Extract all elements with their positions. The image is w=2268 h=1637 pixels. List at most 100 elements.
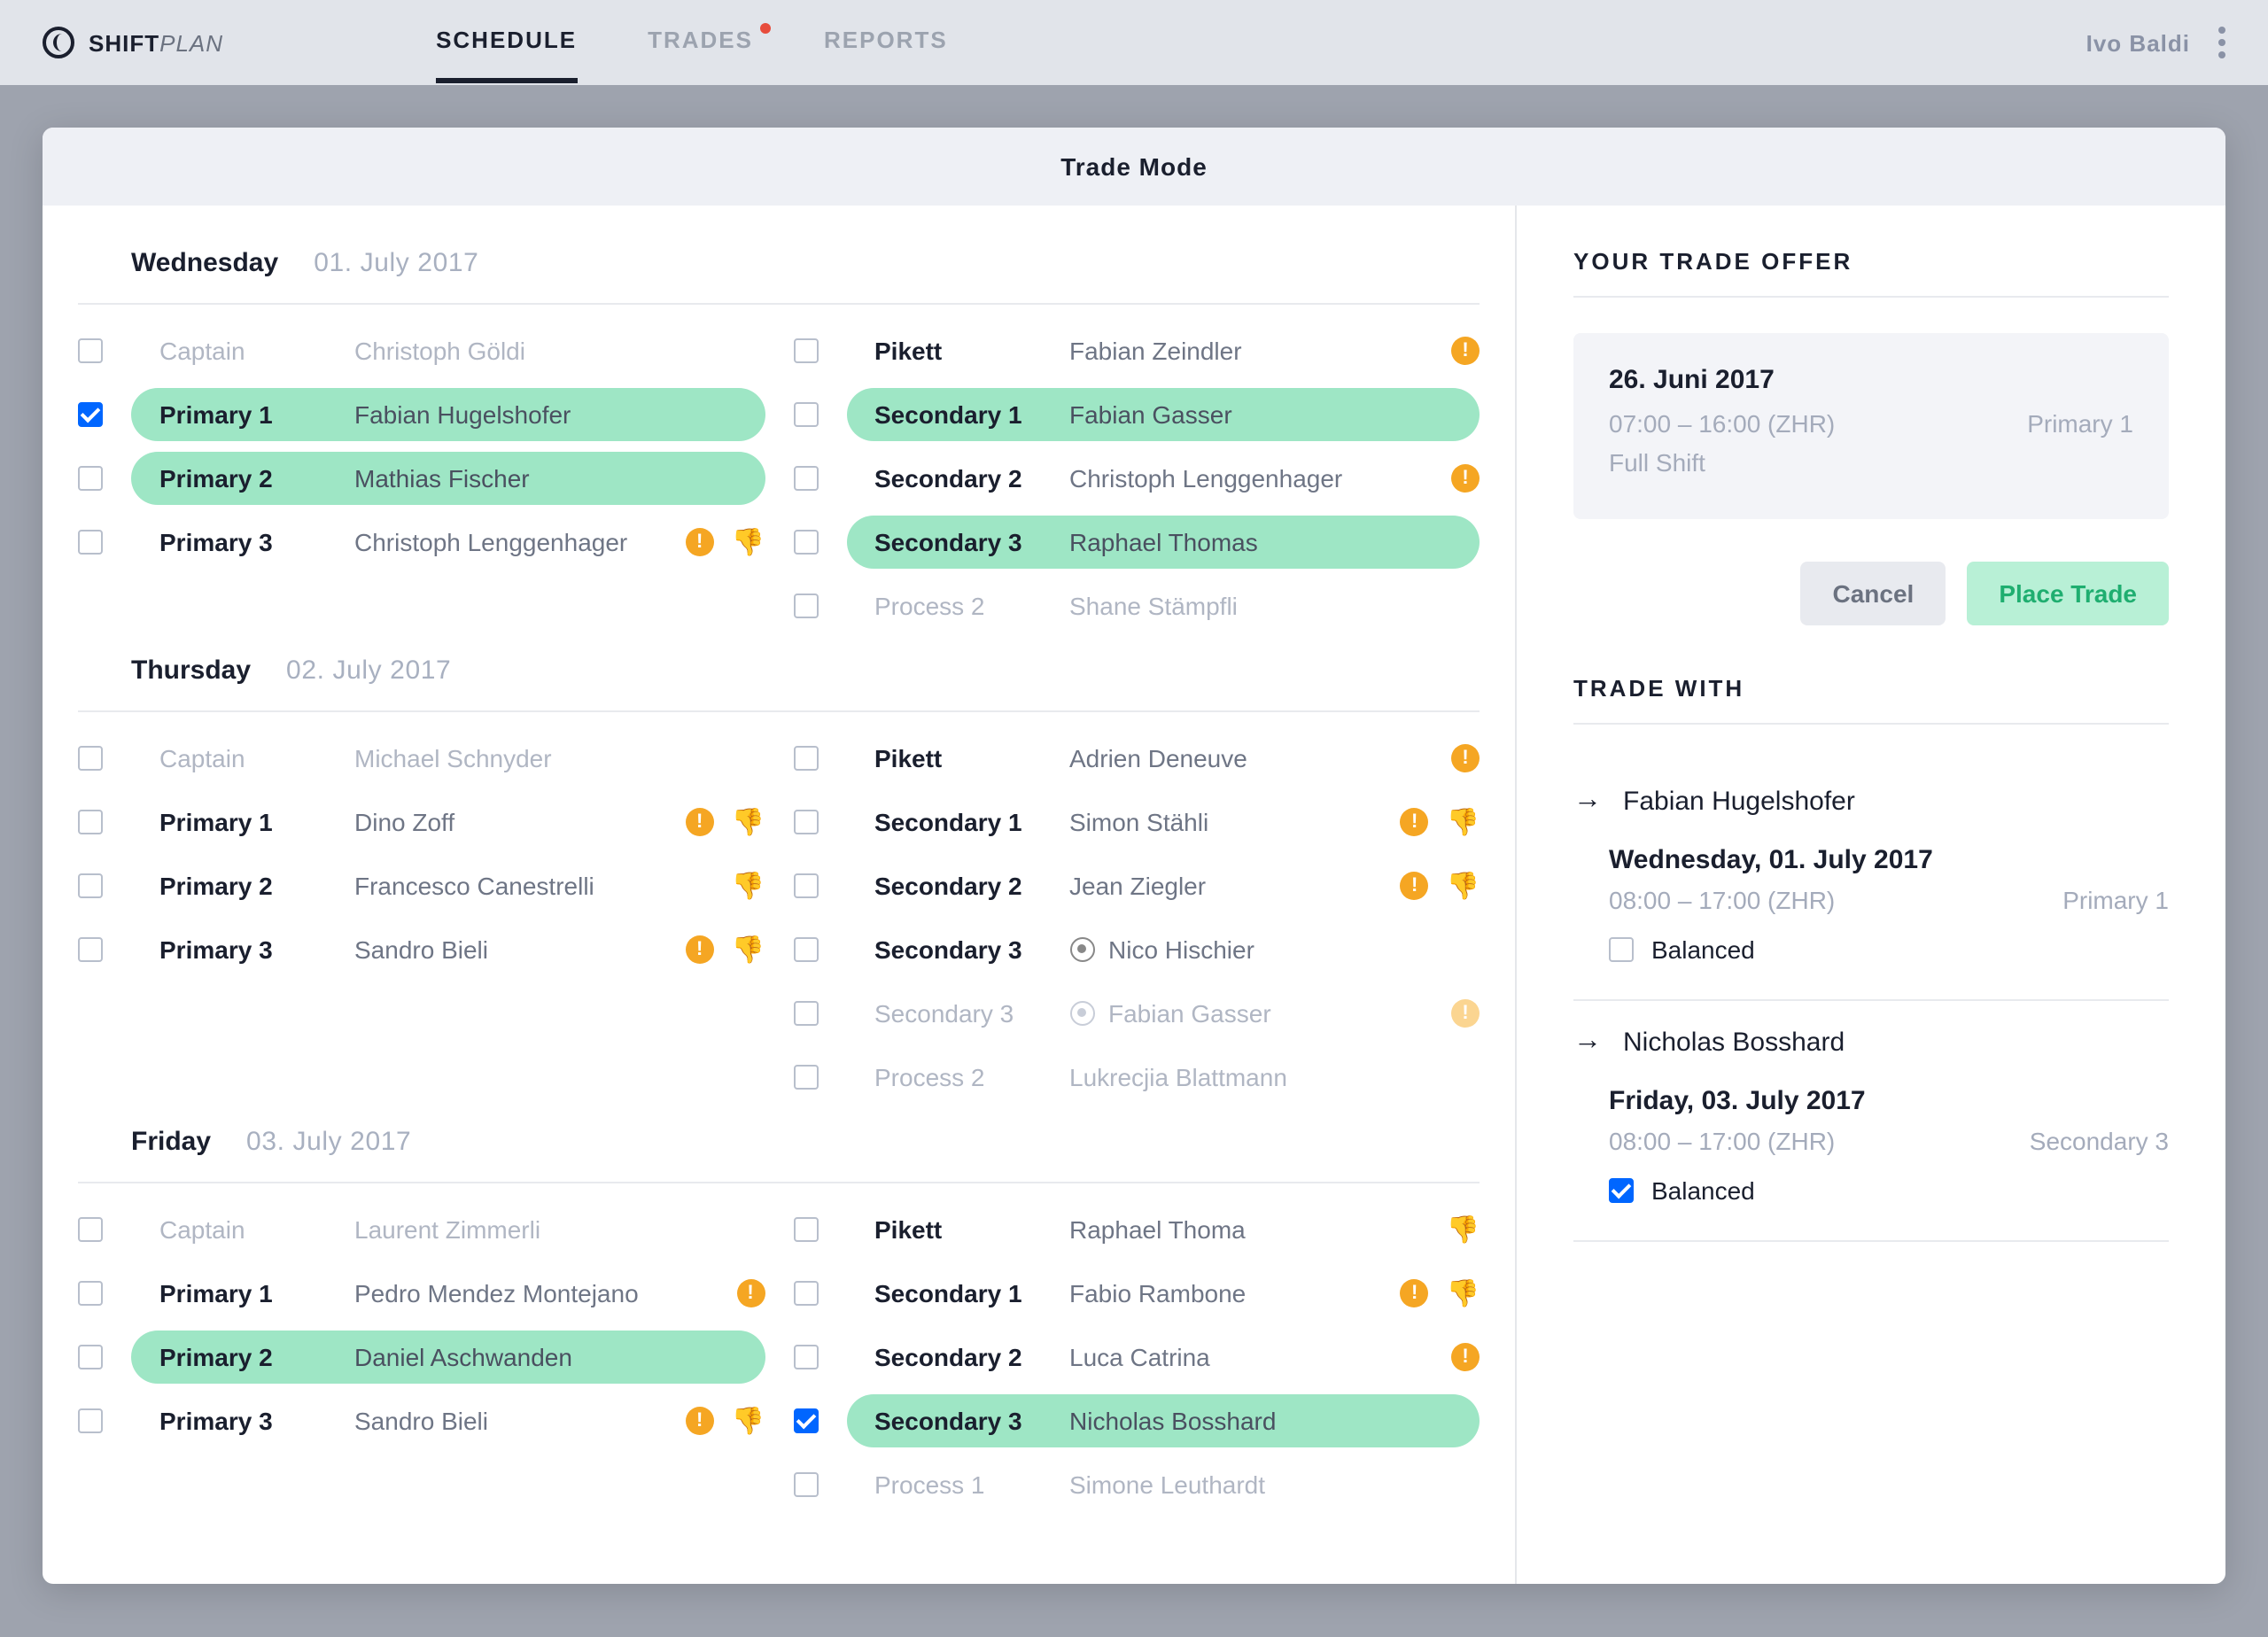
checkbox[interactable] <box>793 1472 818 1497</box>
role-label: Secondary 3 <box>874 935 1069 964</box>
partner-name: Nicholas Bosshard <box>1623 1027 1845 1057</box>
checkbox[interactable] <box>793 810 818 834</box>
nav-schedule[interactable]: SCHEDULE <box>436 2 577 83</box>
modal-title: Trade Mode <box>43 128 2225 206</box>
checkbox[interactable] <box>78 1281 103 1306</box>
warning-icon: ! <box>686 935 714 964</box>
partner-date: Friday, 03. July 2017 <box>1609 1086 2169 1116</box>
checkbox[interactable] <box>78 873 103 898</box>
thumbs-down-icon[interactable]: 👎 <box>732 1405 765 1437</box>
kebab-menu-icon[interactable] <box>2218 27 2225 58</box>
checkbox[interactable] <box>793 1408 818 1433</box>
checkbox[interactable] <box>793 873 818 898</box>
offer-time: 07:00 – 16:00 (ZHR) <box>1609 409 1835 438</box>
role-label: Secondary 1 <box>874 400 1069 429</box>
day-date: 02. July 2017 <box>286 656 451 686</box>
checkbox[interactable] <box>793 402 818 427</box>
role-label: Secondary 3 <box>874 999 1069 1028</box>
day-name: Wednesday <box>131 248 278 278</box>
trade-partner-1: →Fabian Hugelshofer Wednesday, 01. July … <box>1573 760 2169 1001</box>
nav-trades[interactable]: TRADES <box>648 2 753 83</box>
offer-title: YOUR TRADE OFFER <box>1573 248 2169 298</box>
checkbox[interactable] <box>78 1345 103 1369</box>
checkbox[interactable] <box>793 1001 818 1026</box>
checkbox[interactable] <box>78 746 103 771</box>
tradewith-title: TRADE WITH <box>1573 675 2169 725</box>
checkbox[interactable] <box>78 338 103 363</box>
role-label: Secondary 1 <box>874 808 1069 836</box>
thumbs-down-icon[interactable]: 👎 <box>1447 1214 1480 1245</box>
person-name: Jean Ziegler <box>1069 872 1358 900</box>
person-name: Luca Catrina <box>1069 1343 1409 1371</box>
checkbox[interactable] <box>78 810 103 834</box>
warning-icon: ! <box>1451 1343 1480 1371</box>
person-name: Simone Leuthardt <box>1069 1470 1444 1499</box>
role-label: Primary 2 <box>159 1343 354 1371</box>
thumbs-down-icon[interactable]: 👎 <box>732 934 765 966</box>
person-name: Raphael Thomas <box>1069 528 1444 556</box>
role-label: Captain <box>159 744 354 772</box>
balanced-label: Balanced <box>1651 1176 1755 1205</box>
role-label: Secondary 3 <box>874 528 1069 556</box>
checkbox[interactable] <box>78 1408 103 1433</box>
person-name: Michael Schnyder <box>354 744 729 772</box>
user-name[interactable]: Ivo Baldi <box>2086 29 2190 56</box>
checkbox[interactable] <box>793 530 818 555</box>
checkbox[interactable] <box>793 1281 818 1306</box>
arrow-right-icon: → <box>1573 785 1602 817</box>
day-name: Friday <box>131 1127 211 1157</box>
warning-icon: ! <box>1401 1279 1429 1307</box>
person-name: Pedro Mendez Montejano <box>354 1279 694 1307</box>
day-date: 03. July 2017 <box>246 1127 411 1157</box>
nav-reports[interactable]: REPORTS <box>824 2 948 83</box>
checkbox[interactable] <box>793 338 818 363</box>
thumbs-down-icon[interactable]: 👎 <box>732 806 765 838</box>
checkbox[interactable] <box>78 466 103 491</box>
role-label: Primary 3 <box>159 1407 354 1435</box>
role-label: Captain <box>159 1215 354 1244</box>
trade-sidebar: YOUR TRADE OFFER 26. Juni 2017 07:00 – 1… <box>1517 206 2225 1584</box>
balanced-checkbox[interactable] <box>1609 937 1634 962</box>
checkbox[interactable] <box>793 594 818 618</box>
thumbs-down-icon[interactable]: 👎 <box>732 870 765 902</box>
checkbox[interactable] <box>793 1217 818 1242</box>
checkbox[interactable] <box>78 402 103 427</box>
offer-shift: Full Shift <box>1609 448 1705 477</box>
role-label: Process 1 <box>874 1470 1069 1499</box>
person-name: Daniel Aschwanden <box>354 1343 729 1371</box>
checkbox[interactable] <box>793 1345 818 1369</box>
partner-time: 08:00 – 17:00 (ZHR) <box>1609 1127 1835 1155</box>
warning-icon: ! <box>1451 337 1480 365</box>
warning-icon: ! <box>1401 808 1429 836</box>
role-label: Primary 2 <box>159 872 354 900</box>
checkbox[interactable] <box>793 937 818 962</box>
role-label: Captain <box>159 337 354 365</box>
role-label: Secondary 2 <box>874 1343 1069 1371</box>
person-name: Nicholas Bosshard <box>1069 1407 1444 1435</box>
warning-icon: ! <box>1451 744 1480 772</box>
person-name: Dino Zoff <box>354 808 643 836</box>
checkbox[interactable] <box>78 1217 103 1242</box>
checkbox[interactable] <box>793 466 818 491</box>
place-trade-button[interactable]: Place Trade <box>1967 562 2169 625</box>
checkbox[interactable] <box>78 530 103 555</box>
thumbs-down-icon[interactable]: 👎 <box>1447 1277 1480 1309</box>
person-name: Christoph Göldi <box>354 337 729 365</box>
role-label: Secondary 2 <box>874 872 1069 900</box>
role-label: Secondary 2 <box>874 464 1069 493</box>
thumbs-down-icon[interactable]: 👎 <box>1447 806 1480 838</box>
checkbox[interactable] <box>793 746 818 771</box>
checkbox[interactable] <box>793 1065 818 1090</box>
warning-icon: ! <box>736 1279 765 1307</box>
warning-icon: ! <box>1451 999 1480 1028</box>
thumbs-down-icon[interactable]: 👎 <box>732 526 765 558</box>
person-name: Mathias Fischer <box>354 464 729 493</box>
checkbox[interactable] <box>78 937 103 962</box>
balanced-checkbox[interactable] <box>1609 1178 1634 1203</box>
cancel-button[interactable]: Cancel <box>1801 562 1946 625</box>
day-header-fri: Friday 03. July 2017 <box>78 1127 1480 1183</box>
thumbs-down-icon[interactable]: 👎 <box>1447 870 1480 902</box>
warning-icon: ! <box>686 528 714 556</box>
nav-trades-label: TRADES <box>648 27 753 53</box>
role-label: Pikett <box>874 337 1069 365</box>
